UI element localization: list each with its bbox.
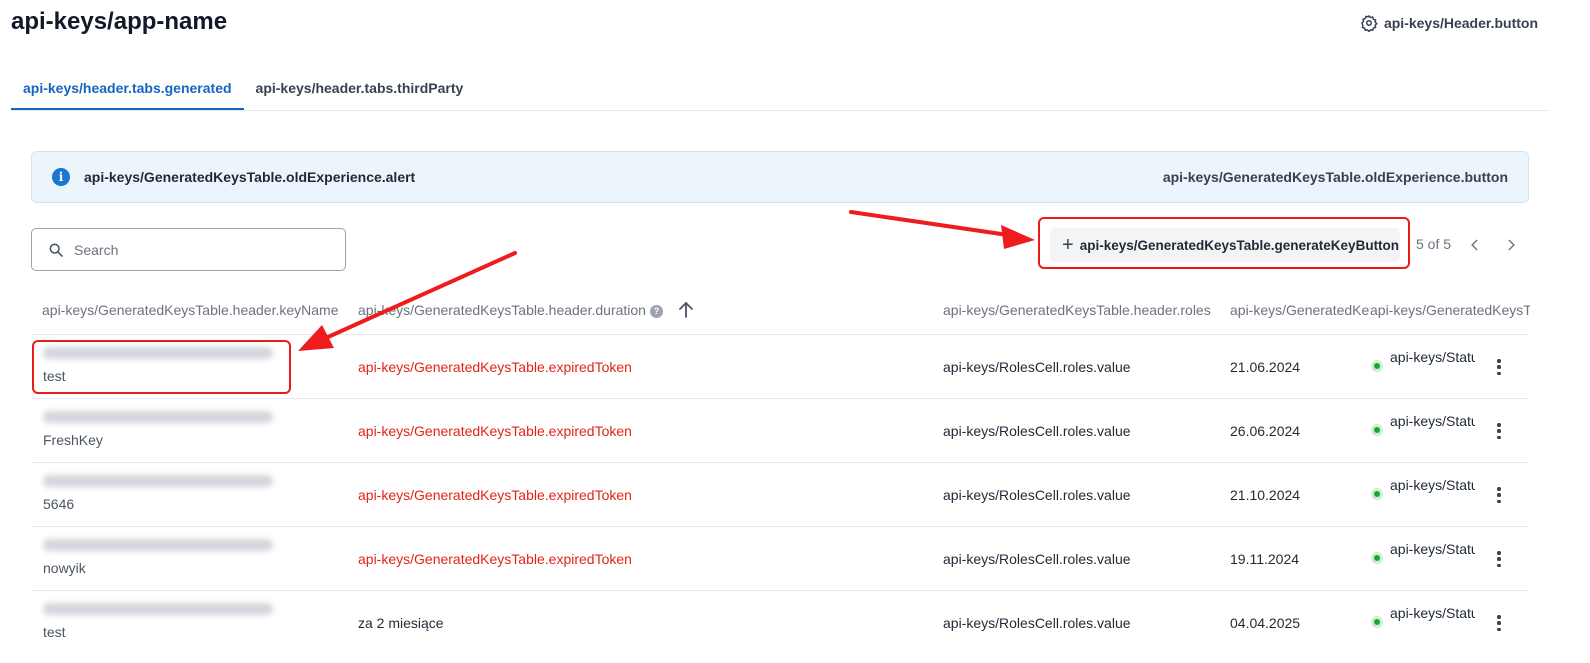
status-dot-icon <box>1371 424 1383 436</box>
status-cell: api-keys/StatusCell <box>1371 347 1475 389</box>
status-cell: api-keys/StatusCell <box>1371 603 1475 645</box>
tab-generated[interactable]: api-keys/header.tabs.generated <box>11 66 244 110</box>
old-experience-button[interactable]: api-keys/GeneratedKeysTable.oldExperienc… <box>1163 169 1508 185</box>
header-button-label: api-keys/Header.button <box>1383 15 1538 31</box>
key-name: FreshKey <box>43 432 103 448</box>
table-row[interactable]: 5646 api-keys/GeneratedKeysTable.expired… <box>31 463 1529 527</box>
roles-cell: api-keys/RolesCell.roles.value <box>943 423 1131 439</box>
date-cell: 21.06.2024 <box>1230 359 1301 375</box>
roles-cell: api-keys/RolesCell.roles.value <box>943 487 1131 503</box>
duration-header-label: api-keys/GeneratedKeysTable.header.durat… <box>358 302 646 318</box>
tab-third-party[interactable]: api-keys/header.tabs.thirdParty <box>244 66 476 110</box>
generate-key-label: api-keys/GeneratedKeysTable.generateKeyB… <box>1079 237 1400 253</box>
annotation-highlight-key <box>32 340 291 394</box>
key-name: nowyik <box>43 560 86 576</box>
redacted-key-value <box>43 411 273 423</box>
key-name: 5646 <box>43 496 75 512</box>
duration-cell: za 2 miesiące <box>358 615 444 631</box>
status-cell: api-keys/StatusCell <box>1371 475 1475 517</box>
search-input[interactable] <box>72 240 316 259</box>
tab-bar: api-keys/header.tabs.generated api-keys/… <box>11 66 1549 111</box>
table-row[interactable]: nowyik api-keys/GeneratedKeysTable.expir… <box>31 527 1529 591</box>
duration-cell: api-keys/GeneratedKeysTable.expiredToken <box>358 551 632 567</box>
status-dot-icon <box>1371 616 1383 628</box>
column-header-created[interactable]: api-keys/GeneratedKeysTable.header.c <box>1230 302 1370 318</box>
date-cell: 04.04.2025 <box>1230 615 1301 631</box>
status-label: api-keys/StatusCell <box>1390 605 1475 621</box>
plus-icon: + <box>1062 234 1074 256</box>
info-icon: i <box>52 168 70 186</box>
roles-cell: api-keys/RolesCell.roles.value <box>943 551 1131 567</box>
status-cell: api-keys/StatusCell <box>1371 411 1475 453</box>
help-icon[interactable]: ? <box>649 304 663 318</box>
status-label: api-keys/StatusCell <box>1390 541 1475 557</box>
row-menu-button[interactable] <box>1491 357 1507 377</box>
column-header-status[interactable]: api-keys/GeneratedKeysTa <box>1370 302 1530 318</box>
status-label: api-keys/StatusCell <box>1390 413 1475 429</box>
status-label: api-keys/StatusCell <box>1390 349 1475 365</box>
column-header-duration[interactable]: api-keys/GeneratedKeysTable.header.durat… <box>358 302 663 318</box>
roles-cell: api-keys/RolesCell.roles.value <box>943 359 1131 375</box>
chevron-left-icon <box>1471 239 1478 251</box>
annotation-arrow-icon <box>849 210 1035 249</box>
header-settings-button[interactable]: api-keys/Header.button <box>1360 14 1538 32</box>
roles-cell: api-keys/RolesCell.roles.value <box>943 615 1131 631</box>
search-icon <box>49 243 63 257</box>
prev-page-button[interactable] <box>1465 234 1485 256</box>
chevron-right-icon <box>1508 239 1515 251</box>
table-row[interactable]: FreshKey api-keys/GeneratedKeysTable.exp… <box>31 399 1529 463</box>
redacted-key-value <box>43 603 273 615</box>
duration-cell: api-keys/GeneratedKeysTable.expiredToken <box>358 359 632 375</box>
row-menu-button[interactable] <box>1491 485 1507 505</box>
alert-text: api-keys/GeneratedKeysTable.oldExperienc… <box>84 169 416 185</box>
key-name: test <box>43 624 66 640</box>
next-page-button[interactable] <box>1501 234 1521 256</box>
row-menu-button[interactable] <box>1491 421 1507 441</box>
date-cell: 21.10.2024 <box>1230 487 1301 503</box>
status-dot-icon <box>1371 552 1383 564</box>
gear-icon <box>1361 15 1378 32</box>
search-field[interactable] <box>31 228 346 271</box>
status-label: api-keys/StatusCell <box>1390 477 1475 493</box>
old-experience-alert: i api-keys/GeneratedKeysTable.oldExperie… <box>31 151 1529 203</box>
redacted-key-value <box>43 539 273 551</box>
status-dot-icon <box>1371 488 1383 500</box>
duration-cell: api-keys/GeneratedKeysTable.expiredToken <box>358 423 632 439</box>
column-header-key-name[interactable]: api-keys/GeneratedKeysTable.header.keyNa… <box>42 302 339 318</box>
redacted-key-value <box>43 475 273 487</box>
pagination-count: 5 of 5 <box>1416 236 1452 252</box>
date-cell: 26.06.2024 <box>1230 423 1301 439</box>
sort-ascending-icon[interactable] <box>678 301 694 319</box>
duration-cell: api-keys/GeneratedKeysTable.expiredToken <box>358 487 632 503</box>
generate-key-button[interactable]: + api-keys/GeneratedKeysTable.generateKe… <box>1050 228 1400 262</box>
status-dot-icon <box>1371 360 1383 372</box>
status-cell: api-keys/StatusCell <box>1371 539 1475 581</box>
table-row[interactable]: test za 2 miesiące api-keys/RolesCell.ro… <box>31 591 1529 655</box>
row-menu-button[interactable] <box>1491 613 1507 633</box>
column-header-roles[interactable]: api-keys/GeneratedKeysTable.header.roles <box>943 302 1211 318</box>
row-menu-button[interactable] <box>1491 549 1507 569</box>
date-cell: 19.11.2024 <box>1230 551 1300 567</box>
page-title: api-keys/app-name <box>11 8 228 35</box>
